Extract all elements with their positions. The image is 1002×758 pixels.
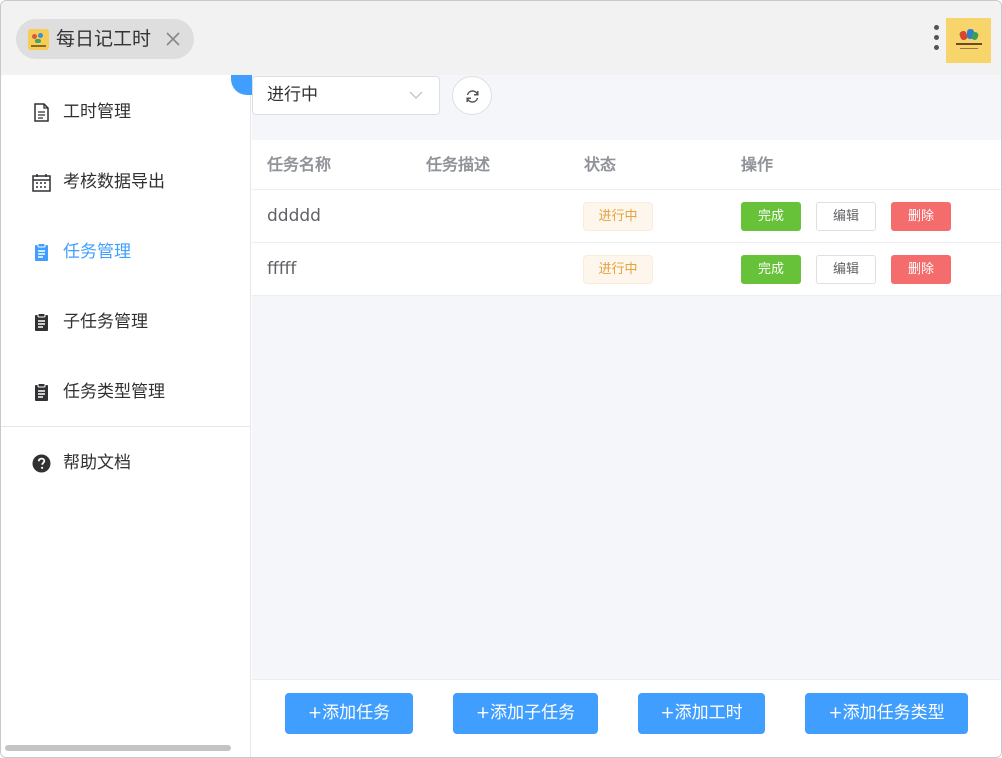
main-content: 进行中 任务名称 任务描述 状态 操作 ddddd 进行中 完成 编辑 删除 f… (252, 75, 1001, 757)
delete-button[interactable]: 删除 (891, 202, 951, 231)
table-row: fffff 进行中 完成 编辑 删除 (252, 243, 1001, 296)
sidebar-item-export[interactable]: 考核数据导出 (1, 147, 250, 217)
column-header: 任务描述 (426, 155, 491, 174)
edit-button[interactable]: 编辑 (816, 202, 876, 231)
action-footer: +添加任务 +添加子任务 +添加工时 +添加任务类型 (252, 679, 1001, 757)
column-header: 操作 (741, 155, 774, 174)
sidebar-scrollbar[interactable] (5, 745, 231, 751)
column-header: 状态 (584, 155, 617, 174)
help-icon (32, 454, 51, 473)
task-name: fffff (267, 259, 297, 279)
sidebar-item-label: 任务类型管理 (63, 382, 165, 402)
refresh-button[interactable] (452, 76, 492, 115)
complete-button[interactable]: 完成 (741, 202, 801, 231)
complete-button[interactable]: 完成 (741, 255, 801, 284)
edit-button[interactable]: 编辑 (816, 255, 876, 284)
sidebar-item-subtasks[interactable]: 子任务管理 (1, 287, 250, 357)
add-task-type-button[interactable]: +添加任务类型 (805, 693, 968, 734)
sidebar-item-tasks[interactable]: 任务管理 (1, 217, 250, 287)
sidebar-divider (1, 426, 250, 427)
status-select[interactable]: 进行中 (252, 76, 440, 115)
sidebar-item-label: 考核数据导出 (63, 172, 165, 192)
app-logo-icon (28, 29, 49, 50)
chevron-down-icon (409, 91, 423, 99)
table-header: 任务名称 任务描述 状态 操作 (252, 140, 1001, 190)
app-title: 每日记工时 (56, 28, 152, 50)
refresh-icon (466, 90, 479, 103)
add-worktime-button[interactable]: +添加工时 (638, 693, 765, 734)
avatar[interactable] (946, 18, 991, 63)
app-tab[interactable]: 每日记工时 (16, 19, 194, 59)
sidebar: 工时管理 考核数据导出 任务管理 子任务管理 任务类型管理 帮助文档 (1, 75, 251, 757)
close-icon[interactable] (165, 31, 181, 47)
add-subtask-button[interactable]: +添加子任务 (453, 693, 598, 734)
clipboard-icon (35, 243, 48, 261)
more-menu-icon[interactable] (933, 25, 941, 53)
clipboard-icon (35, 383, 48, 401)
sidebar-item-worktime[interactable]: 工时管理 (1, 77, 250, 147)
sidebar-item-label: 子任务管理 (63, 312, 148, 332)
calendar-icon (32, 174, 51, 192)
table-row: ddddd 进行中 完成 编辑 删除 (252, 190, 1001, 243)
document-icon (34, 103, 49, 122)
add-task-button[interactable]: +添加任务 (285, 693, 413, 734)
status-badge: 进行中 (583, 255, 653, 284)
task-name: ddddd (267, 206, 321, 226)
column-header: 任务名称 (267, 155, 332, 174)
sidebar-item-label: 工时管理 (63, 102, 131, 122)
delete-button[interactable]: 删除 (891, 255, 951, 284)
task-table: 任务名称 任务描述 状态 操作 ddddd 进行中 完成 编辑 删除 fffff… (252, 140, 1001, 296)
sidebar-item-help[interactable]: 帮助文档 (1, 428, 250, 498)
status-select-value: 进行中 (267, 85, 318, 105)
title-bar: 每日记工时 (1, 1, 1001, 75)
sidebar-item-label: 任务管理 (63, 242, 131, 262)
sidebar-item-label: 帮助文档 (63, 453, 131, 473)
app-window: 每日记工时 工时管理 考核数据导出 任务管理 子任务管理 任务类型管理 帮助文档… (0, 0, 1002, 758)
status-badge: 进行中 (583, 202, 653, 231)
clipboard-icon (35, 313, 48, 331)
sidebar-item-task-types[interactable]: 任务类型管理 (1, 357, 250, 427)
